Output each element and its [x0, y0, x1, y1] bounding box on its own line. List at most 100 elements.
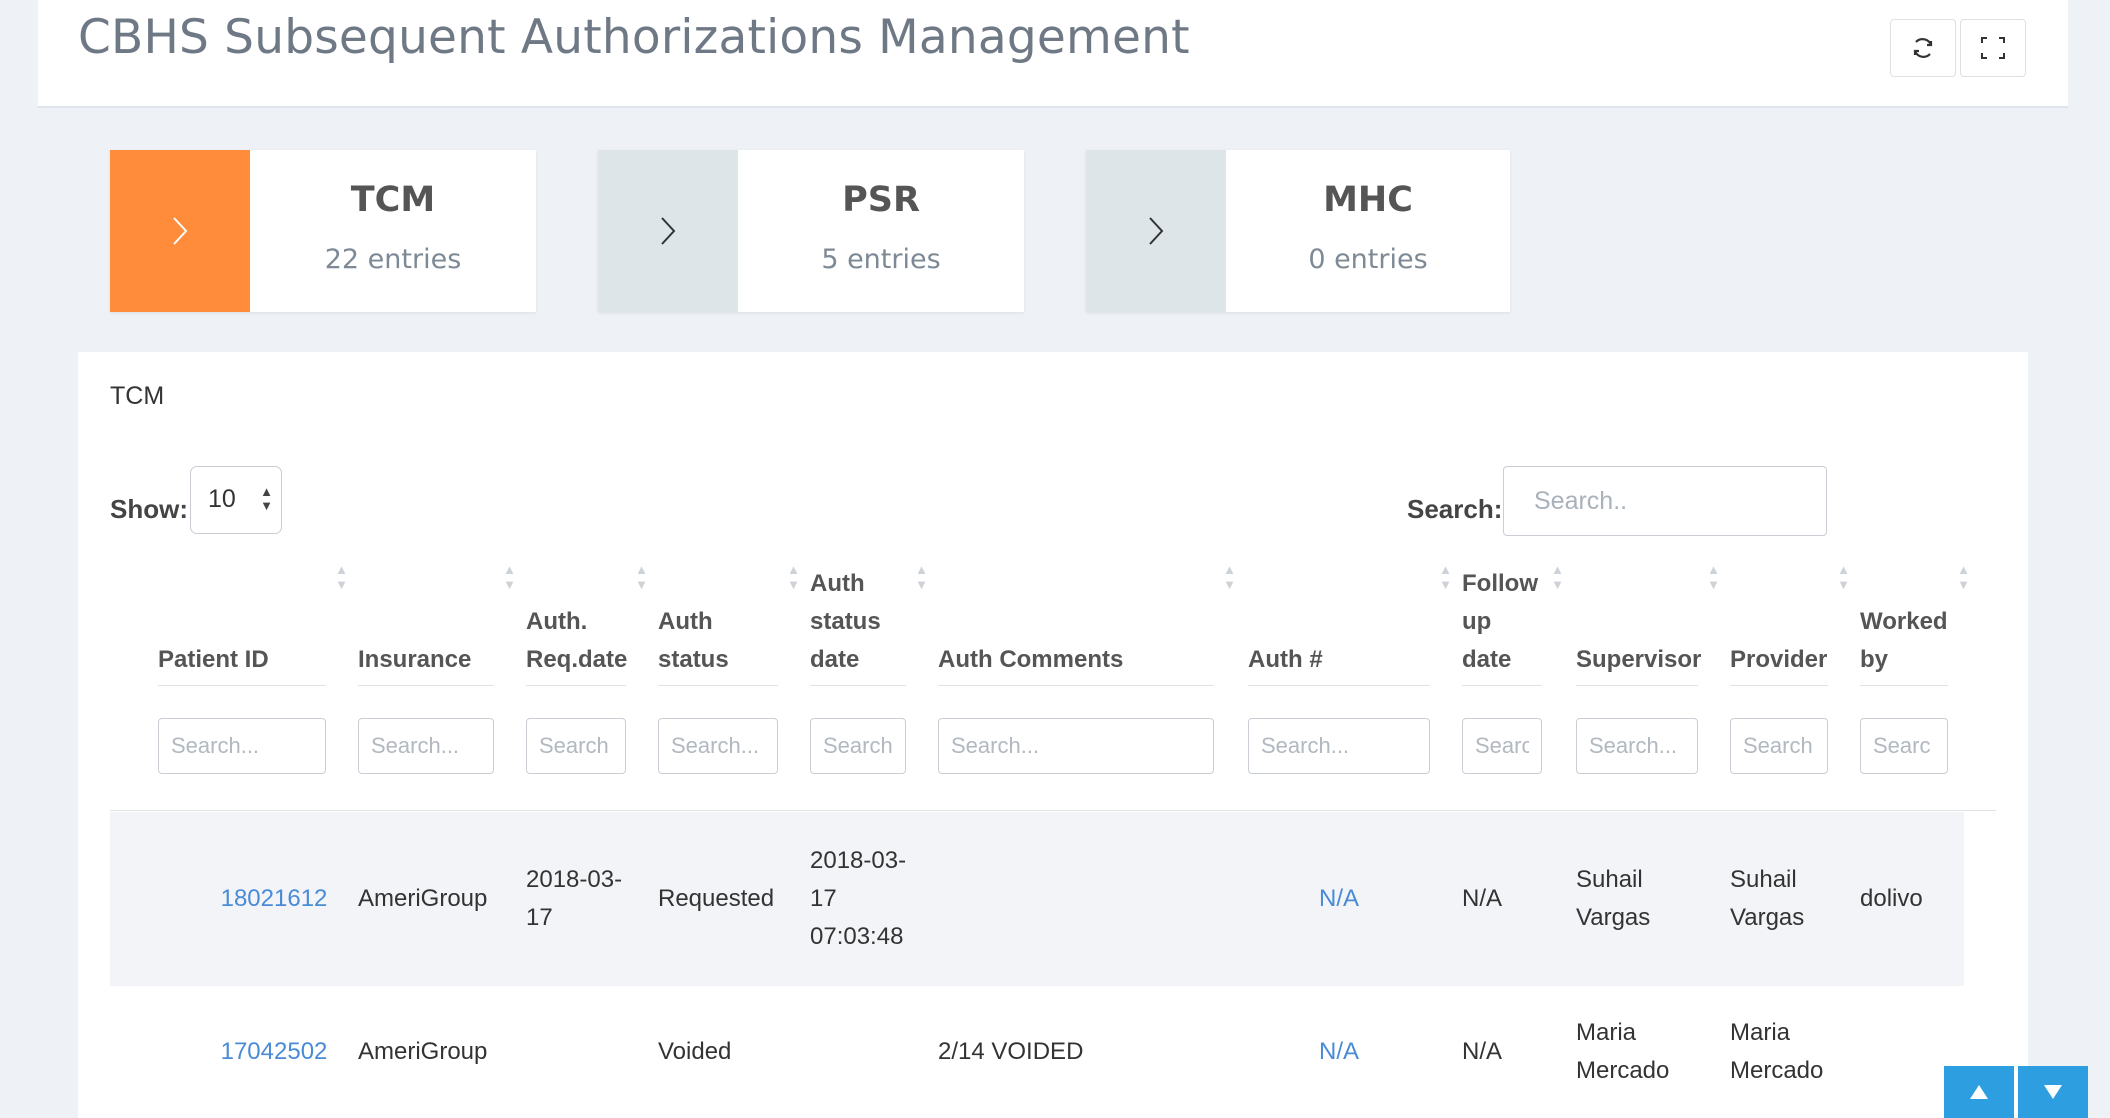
column-header-provider[interactable]: Provider ▲ ▼ [1730, 562, 1850, 686]
cell-auth-comments [938, 812, 1214, 986]
show-label: Show: [110, 494, 188, 524]
cell-provider: Suhail Vargas [1730, 866, 1805, 931]
cell-supervisor: Suhail Vargas [1576, 866, 1651, 931]
filter-provider-input[interactable] [1730, 718, 1828, 774]
sort-icon: ▲ ▼ [1223, 562, 1236, 592]
cell-worked-by: dolivo [1860, 885, 1923, 912]
filter-auth-number-input[interactable] [1248, 718, 1430, 774]
search-label: Search: [1407, 494, 1503, 524]
column-header-label: Auth. Req.date [526, 608, 628, 673]
column-header-label: Supervisor [1576, 646, 1702, 673]
auth-number-link[interactable]: N/A [1319, 1033, 1359, 1071]
arrow-up-icon [1970, 1085, 1988, 1099]
refresh-button[interactable] [1890, 19, 1956, 77]
patient-id-link[interactable]: 18021612 [221, 880, 328, 918]
column-header-auth-number[interactable]: Auth # ▲ ▼ [1248, 562, 1452, 686]
column-header-supervisor[interactable]: Supervisor ▲ ▼ [1576, 562, 1720, 686]
cell-auth-req-date [526, 986, 630, 1118]
column-header-label: Follow up date [1462, 570, 1538, 673]
column-header-label: Auth # [1248, 646, 1323, 673]
sort-icon: ▲ ▼ [503, 562, 516, 592]
fullscreen-icon [1981, 37, 2005, 59]
sort-icon: ▲ ▼ [1439, 562, 1452, 592]
tile-tcm-icon-box [110, 150, 250, 312]
refresh-icon [1913, 38, 1933, 58]
page-length-value: 10 [208, 485, 236, 513]
cell-insurance: AmeriGroup [358, 885, 488, 912]
tile-mhc-icon-box [1086, 150, 1226, 312]
filter-divider [110, 810, 1996, 811]
tile-tcm[interactable]: TCM 22 entries [110, 150, 536, 312]
column-header-auth-status-date[interactable]: Auth status date ▲ ▼ [810, 562, 928, 686]
filter-follow-up-date-input[interactable] [1462, 718, 1542, 774]
arrow-down-icon [2044, 1085, 2062, 1099]
chevron-right-icon [1149, 217, 1164, 245]
cell-follow-up-date: N/A [1462, 885, 1503, 912]
filter-auth-comments-input[interactable] [938, 718, 1214, 774]
page-length-select[interactable]: 10 ▲ ▼ [190, 466, 282, 534]
column-header-worked-by[interactable]: Worked by ▲ ▼ [1860, 562, 1970, 686]
tile-count: 22 entries [324, 244, 462, 275]
column-header-label: Provider [1730, 646, 1828, 673]
column-header-label: Auth status [658, 608, 729, 673]
cell-follow-up-date: N/A [1462, 1038, 1503, 1065]
tile-count: 5 entries [821, 244, 941, 275]
cell-auth-status-date [810, 986, 912, 1118]
cell-auth-req-date: 2018-03-17 [526, 866, 623, 931]
column-header-auth-req-date[interactable]: Auth. Req.date ▲ ▼ [526, 562, 648, 686]
panel-title: TCM [110, 382, 165, 410]
column-header-auth-status[interactable]: Auth status ▲ ▼ [658, 562, 800, 686]
fullscreen-button[interactable] [1960, 19, 2026, 77]
column-header-label: Insurance [358, 646, 472, 673]
page-title: CBHS Subsequent Authorizations Managemen… [78, 10, 1190, 65]
tile-psr[interactable]: PSR 5 entries [598, 150, 1024, 312]
sort-icon: ▲ ▼ [1837, 562, 1850, 592]
tile-count: 0 entries [1308, 244, 1428, 275]
auth-number-link[interactable]: N/A [1319, 880, 1359, 918]
tile-title: PSR [842, 180, 920, 220]
cell-provider: Maria Mercado [1730, 1019, 1824, 1084]
filter-auth-req-date-input[interactable] [526, 718, 626, 774]
sort-icon: ▲ ▼ [1707, 562, 1720, 592]
scroll-up-button[interactable] [1944, 1066, 2014, 1118]
cell-auth-status-date: 2018-03-17 07:03:48 [810, 847, 907, 950]
cell-auth-status: Requested [658, 885, 775, 912]
filter-auth-status-date-input[interactable] [810, 718, 906, 774]
sort-icon: ▲ ▼ [1551, 562, 1564, 592]
filter-patient-id-input[interactable] [158, 718, 326, 774]
sort-icon: ▲ ▼ [787, 562, 800, 592]
tile-title: MHC [1323, 180, 1413, 220]
patient-id-link[interactable]: 17042502 [221, 1033, 328, 1071]
table-panel: TCM Show: 10 ▲▼ Search: Patient ID ▲▼ In… [78, 352, 2028, 1118]
filter-auth-status-input[interactable] [658, 718, 778, 774]
cell-supervisor: Maria Mercado [1576, 1019, 1670, 1084]
page-header: CBHS Subsequent Authorizations Managemen… [38, 0, 2068, 108]
chevron-right-icon [173, 217, 188, 245]
cell-auth-status: Voided [658, 1038, 732, 1065]
column-header-label: Auth status date [810, 570, 881, 673]
column-header-follow-up-date[interactable]: Follow up date ▲ ▼ [1462, 562, 1564, 686]
tile-title: TCM [350, 180, 436, 220]
table-row: 18021612 AmeriGroup 2018-03-17 Requested… [110, 812, 1964, 986]
column-header-label: Worked by [1860, 608, 1948, 673]
tile-mhc[interactable]: MHC 0 entries [1086, 150, 1510, 312]
filter-insurance-input[interactable] [358, 718, 494, 774]
sort-icon: ▲ ▼ [635, 562, 648, 592]
select-arrows-icon: ▲ ▼ [260, 484, 273, 513]
column-header-label: Auth Comments [938, 646, 1124, 673]
filter-worked-by-input[interactable] [1860, 718, 1948, 774]
sort-icon: ▲ ▼ [915, 562, 928, 592]
column-header-insurance[interactable]: Insurance ▲ ▼ [358, 562, 516, 686]
column-header-label: Patient ID [158, 646, 269, 673]
scroll-down-button[interactable] [2018, 1066, 2088, 1118]
chevron-right-icon [661, 217, 676, 245]
table-row: 17042502 AmeriGroup Voided 2/14 VOIDED N… [110, 986, 1964, 1118]
filter-supervisor-input[interactable] [1576, 718, 1698, 774]
sort-icon: ▲ ▼ [335, 562, 348, 592]
tile-psr-icon-box [598, 150, 738, 312]
cell-auth-comments: 2/14 VOIDED [938, 1038, 1084, 1065]
sort-icon: ▲ ▼ [1957, 562, 1970, 592]
column-header-auth-comments[interactable]: Auth Comments ▲ ▼ [938, 562, 1236, 686]
column-header-patient-id[interactable]: Patient ID ▲ ▼ [158, 562, 348, 686]
search-input[interactable] [1503, 466, 1827, 536]
